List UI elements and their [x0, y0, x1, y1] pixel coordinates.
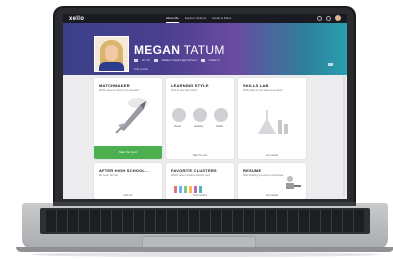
rocket-illustration: [115, 98, 148, 134]
edit-profile-link[interactable]: Edit profile: [134, 67, 148, 71]
nav-link-goals-plans[interactable]: Goals & Plans: [212, 15, 231, 23]
laptop-base-lip: [16, 247, 393, 252]
style-label-tactile: Tactile: [216, 125, 224, 128]
people-illustration: [174, 186, 202, 193]
laptop-shadow: [30, 252, 380, 257]
profile-meta: Gr 10 Walker Creek High School Grade 9: [134, 58, 219, 62]
card-title: MATCHMAKER: [99, 83, 130, 88]
card-title: FAVORITE CLUSTERS: [171, 168, 217, 173]
first-name: MEGAN: [134, 43, 181, 57]
card-favorite-clusters[interactable]: FAVORITE CLUSTERS Which career clusters …: [166, 163, 234, 199]
card-footer-link[interactable]: Find clusters: [166, 194, 234, 197]
help-icon[interactable]: [326, 15, 331, 21]
laptop-screen: xello About Me Explore Options Goals & P…: [63, 14, 347, 199]
card-title: AFTER HIGH SCHOOL...: [99, 168, 149, 173]
start-quiz-button[interactable]: Start the Quiz: [94, 146, 162, 159]
auditory-icon: [193, 108, 207, 122]
tactile-icon: [214, 108, 228, 122]
student-name: MEGAN TATUM: [134, 43, 225, 57]
card-subtitle: Which career clusters interest you?: [171, 174, 211, 177]
card-subtitle: Start building a resume to showcase: [243, 174, 284, 177]
extra-text: Grade 9: [208, 58, 220, 62]
grade-icon: [134, 58, 138, 62]
scrollbar[interactable]: [343, 76, 345, 196]
card-footer-link[interactable]: Get started: [238, 194, 306, 197]
nav-link-explore-options[interactable]: Explore Options: [185, 15, 206, 23]
grade-text: Gr 10: [142, 58, 150, 62]
card-skills-lab[interactable]: SKILLS LAB What skills do you want to de…: [238, 78, 306, 159]
top-nav: xello About Me Explore Options Goals & P…: [63, 14, 347, 23]
card-learning-style[interactable]: LEARNING STYLE How do you learn best? Vi…: [166, 78, 234, 159]
avatar[interactable]: [335, 15, 341, 21]
nav-link-about-me[interactable]: About Me: [166, 15, 179, 23]
app-logo[interactable]: xello: [69, 16, 84, 22]
school-icon: [153, 58, 158, 62]
lab-flask-illustration: [258, 110, 288, 134]
card-title: RESUME: [243, 168, 262, 173]
visual-icon: [172, 108, 186, 122]
keyboard: [46, 210, 364, 232]
school-text: Walker Creek High School: [161, 58, 197, 62]
desk-illustration: [286, 176, 301, 189]
search-icon[interactable]: [317, 15, 322, 21]
card-title: LEARNING STYLE: [171, 83, 209, 88]
card-subtitle: How do you learn best?: [171, 89, 198, 92]
card-footer-link[interactable]: Get started: [238, 154, 306, 157]
card-footer-link[interactable]: Take the quiz: [166, 154, 234, 157]
card-title: SKILLS LAB: [243, 83, 269, 88]
card-subtitle: Which careers match your interests?: [99, 89, 140, 92]
card-resume[interactable]: RESUME Start building a resume to showca…: [238, 163, 306, 199]
card-matchmaker[interactable]: MATCHMAKER Which careers match your inte…: [94, 78, 162, 159]
card-after-high-school[interactable]: AFTER HIGH SCHOOL... My Goal: Not Set Ad…: [94, 163, 162, 199]
style-label-visual: Visual: [174, 125, 181, 128]
card-subtitle: What skills do you want to develop?: [243, 89, 283, 92]
settings-icon[interactable]: [328, 63, 333, 66]
style-label-auditory: Auditory: [194, 125, 204, 128]
laptop-hinge: [53, 202, 356, 206]
last-name: TATUM: [183, 43, 225, 57]
extra-icon: [200, 58, 205, 62]
profile-photo: [94, 36, 129, 72]
card-footer-link[interactable]: Add one: [94, 194, 162, 197]
card-subtitle: My Goal: Not Set: [99, 174, 119, 177]
